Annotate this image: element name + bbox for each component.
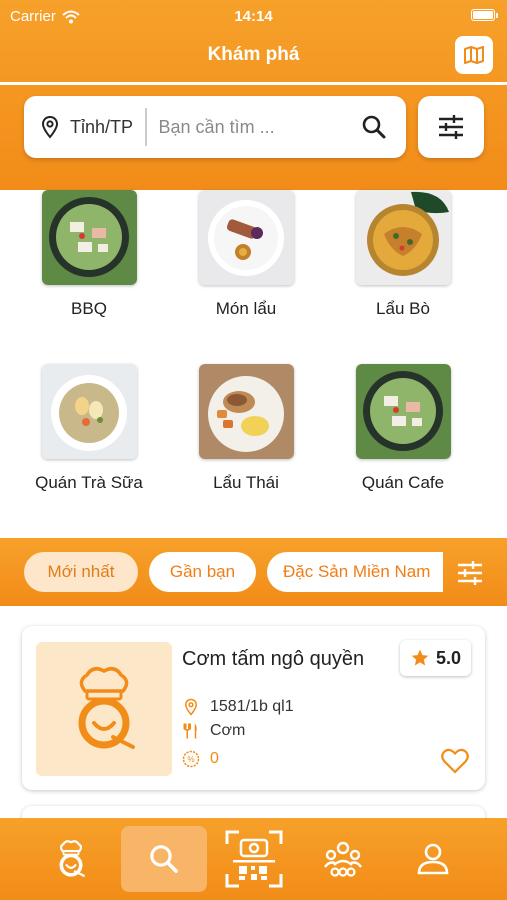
category-label: Quán Trà Sữa bbox=[35, 473, 143, 492]
nav-search[interactable] bbox=[121, 826, 207, 892]
category-item[interactable]: BBQ bbox=[9, 190, 169, 319]
profile-icon bbox=[417, 843, 449, 875]
category-label: Món lẩu bbox=[215, 299, 277, 318]
community-icon bbox=[324, 841, 362, 877]
filter-button[interactable] bbox=[418, 96, 484, 158]
discount-value: 0 bbox=[210, 750, 219, 767]
fork-knife-icon bbox=[183, 723, 197, 739]
nav-profile[interactable] bbox=[390, 826, 476, 892]
discount-icon: % bbox=[182, 750, 200, 768]
header-divider bbox=[0, 82, 507, 85]
chef-logo-icon bbox=[78, 667, 135, 749]
tab-nearby[interactable]: Gần bạn bbox=[149, 552, 256, 592]
city-selector[interactable]: Tỉnh/TP bbox=[70, 117, 133, 138]
filter-tab-bar: Mới nhất Gần bạn Đặc Sản Miền Nam bbox=[0, 538, 507, 606]
rating-value: 5.0 bbox=[435, 647, 461, 668]
category-image bbox=[198, 364, 294, 459]
category-image bbox=[198, 190, 294, 285]
category-item[interactable]: Quán Trà Sữa bbox=[9, 364, 169, 493]
tab-newest[interactable]: Mới nhất bbox=[24, 552, 138, 592]
category-row: Cơm bbox=[182, 722, 245, 740]
restaurant-card[interactable]: Cơm tấm ngô quyền 5.0 1581/1b ql1 Cơm % … bbox=[22, 626, 485, 790]
status-time: 14:14 bbox=[234, 8, 273, 25]
nav-home[interactable] bbox=[28, 826, 114, 892]
category-image bbox=[41, 190, 137, 285]
category-label: Lẩu Thái bbox=[213, 473, 279, 492]
battery-icon bbox=[471, 9, 498, 21]
category-grid: BBQ Món lẩu Lẩu Bò Quán Trà Sữa Lẩu Thái… bbox=[0, 190, 507, 530]
star-icon bbox=[411, 649, 429, 666]
category-item[interactable]: Lẩu Bò bbox=[323, 190, 483, 319]
tab-southern-specialty[interactable]: Đặc Sản Miền Nam bbox=[267, 552, 443, 592]
sliders-icon[interactable] bbox=[456, 560, 484, 586]
sliders-icon bbox=[439, 115, 463, 139]
rating-badge: 5.0 bbox=[399, 640, 471, 676]
page-title: Khám phá bbox=[207, 44, 300, 65]
discount-row: % 0 bbox=[182, 750, 219, 768]
restaurant-category: Cơm bbox=[210, 722, 246, 739]
category-item[interactable]: Món lẩu bbox=[166, 190, 326, 319]
bottom-nav bbox=[0, 818, 507, 900]
restaurant-name: Cơm tấm ngô quyền bbox=[182, 648, 365, 670]
address-row: 1581/1b ql1 bbox=[182, 698, 294, 716]
location-pin-icon bbox=[41, 115, 59, 139]
location-pin-icon bbox=[184, 698, 198, 716]
category-image bbox=[355, 364, 451, 459]
category-item[interactable]: Lẩu Thái bbox=[166, 364, 326, 493]
category-item[interactable]: Quán Cafe bbox=[323, 364, 483, 493]
search-icon[interactable] bbox=[360, 113, 388, 141]
category-image bbox=[41, 364, 137, 459]
nav-qr-scan[interactable] bbox=[211, 826, 297, 892]
svg-text:%: % bbox=[187, 755, 195, 764]
restaurant-address: 1581/1b ql1 bbox=[210, 698, 294, 715]
category-label: Lẩu Bò bbox=[376, 299, 430, 318]
search-icon bbox=[150, 845, 178, 873]
status-bar: Carrier 14:14 bbox=[0, 6, 507, 28]
map-button[interactable] bbox=[455, 36, 493, 74]
chef-logo-icon bbox=[59, 840, 85, 877]
heart-icon[interactable] bbox=[441, 748, 469, 774]
header-bar: Carrier 14:14 Khám phá Tỉnh/TP Bạn cần t… bbox=[0, 0, 507, 190]
map-icon bbox=[464, 46, 484, 64]
search-divider bbox=[145, 108, 147, 146]
qr-scan-icon bbox=[225, 830, 283, 888]
search-input[interactable]: Bạn cần tìm ... bbox=[159, 117, 360, 138]
category-label: Quán Cafe bbox=[361, 473, 445, 492]
search-bar[interactable]: Tỉnh/TP Bạn cần tìm ... bbox=[24, 96, 406, 158]
restaurant-logo bbox=[36, 642, 172, 776]
category-image bbox=[355, 190, 451, 285]
category-label: BBQ bbox=[71, 299, 107, 318]
nav-community[interactable] bbox=[300, 826, 386, 892]
